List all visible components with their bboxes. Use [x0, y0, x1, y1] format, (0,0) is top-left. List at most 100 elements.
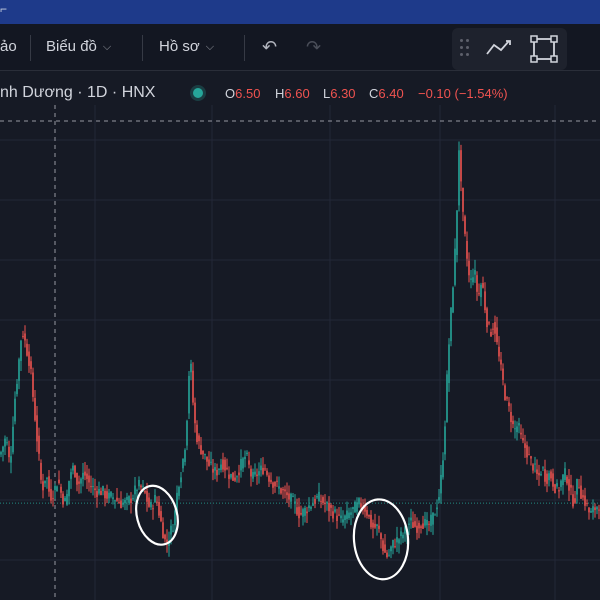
candle-body [34, 398, 36, 421]
candle-body [476, 275, 478, 292]
candle-body [234, 477, 236, 481]
candle-body [64, 497, 66, 502]
candle-body [298, 506, 300, 519]
candle-body [290, 493, 292, 502]
candle-body [426, 519, 428, 526]
ohlc-high: H6.60 [275, 86, 310, 101]
profile-label: Hồ sơ [159, 38, 200, 55]
candle-body [280, 488, 282, 494]
candle-body [288, 493, 290, 500]
candle-body [356, 502, 358, 512]
candle-body [492, 328, 494, 330]
candle-body [428, 523, 430, 525]
candle-body [170, 525, 172, 535]
drag-handle-icon[interactable] [460, 39, 470, 57]
ohlc-close: C6.40 [369, 86, 404, 101]
toolbar-divider [30, 35, 31, 61]
candle-body [448, 344, 450, 384]
candle-body [242, 458, 244, 469]
candle-body [250, 468, 252, 477]
candle-body [24, 333, 26, 341]
candle-body [304, 507, 306, 516]
candle-body [124, 500, 126, 504]
candle-body [532, 464, 534, 471]
trend-line-icon[interactable] [485, 36, 515, 60]
candle-body [104, 490, 106, 499]
candle-body [204, 453, 206, 455]
candle-body [154, 494, 156, 503]
candle-body [180, 477, 182, 483]
toolbar-divider [244, 35, 245, 61]
candle-body [522, 437, 524, 441]
candle-body [140, 485, 142, 488]
candle-body [350, 512, 352, 515]
candle-body [574, 498, 576, 503]
candle-body [462, 187, 464, 212]
candle-body [382, 540, 384, 552]
candle-body [408, 523, 410, 525]
candle-body [596, 507, 598, 510]
candle-body [520, 432, 522, 435]
candle-body [84, 471, 86, 476]
candle-body [516, 426, 518, 433]
ohlc-open: O6.50 [225, 86, 260, 101]
toolbar-divider [142, 35, 143, 61]
candle-body [200, 445, 202, 455]
candle-body [4, 438, 6, 447]
candle-body [326, 502, 328, 504]
candle-body [74, 465, 76, 478]
undo-icon[interactable]: ↶ [262, 37, 277, 58]
candle-body [534, 463, 536, 465]
candle-body [336, 515, 338, 522]
candle-body [544, 469, 546, 482]
rectangle-select-icon[interactable] [530, 35, 558, 63]
candle-body [460, 150, 462, 182]
candle-body [202, 450, 204, 455]
symbol-title[interactable]: nh Dương · 1D · HNX [0, 84, 155, 102]
candle-body [42, 481, 44, 491]
candle-body [312, 503, 314, 506]
candle-body [0, 452, 2, 455]
candle-body [182, 459, 184, 469]
candle-body [410, 517, 412, 521]
candle-body [432, 512, 434, 525]
profile-menu[interactable]: Hồ sơ ⌵ [159, 38, 214, 55]
candle-body [184, 449, 186, 463]
candle-body [582, 495, 584, 498]
menu-item-cut[interactable]: ảo [0, 38, 17, 55]
candle-body [504, 385, 506, 401]
candle-body [560, 480, 562, 487]
candle-body [44, 480, 46, 484]
candle-body [556, 483, 558, 487]
candle-body [208, 459, 210, 466]
candle-body [372, 522, 374, 528]
candle-body [438, 497, 440, 501]
candle-body [360, 503, 362, 507]
chart-type-menu[interactable]: Biểu đồ ⌵ [46, 38, 111, 55]
candle-body [220, 464, 222, 470]
candle-body [440, 474, 442, 494]
candle-body [568, 479, 570, 491]
candle-body [276, 480, 278, 482]
candle-body [338, 514, 340, 516]
title-fragment: ⌐ [0, 2, 8, 16]
redo-icon[interactable]: ↷ [306, 37, 321, 58]
chart-type-label: Biểu đồ [46, 38, 97, 55]
candle-body [330, 505, 332, 508]
candle-body [478, 293, 480, 295]
candle-body [396, 537, 398, 543]
candle-body [56, 486, 58, 492]
price-chart[interactable] [0, 105, 600, 600]
candle-body [348, 512, 350, 519]
candle-body [162, 522, 164, 539]
candle-body [554, 484, 556, 494]
candle-body [58, 479, 60, 484]
candle-body [240, 458, 242, 471]
candle-body [310, 506, 312, 509]
candle-body [436, 507, 438, 510]
candle-body [590, 510, 592, 513]
candle-body [454, 248, 456, 285]
candle-body [66, 493, 68, 505]
candle-body [186, 420, 188, 446]
candle-body [148, 497, 150, 507]
